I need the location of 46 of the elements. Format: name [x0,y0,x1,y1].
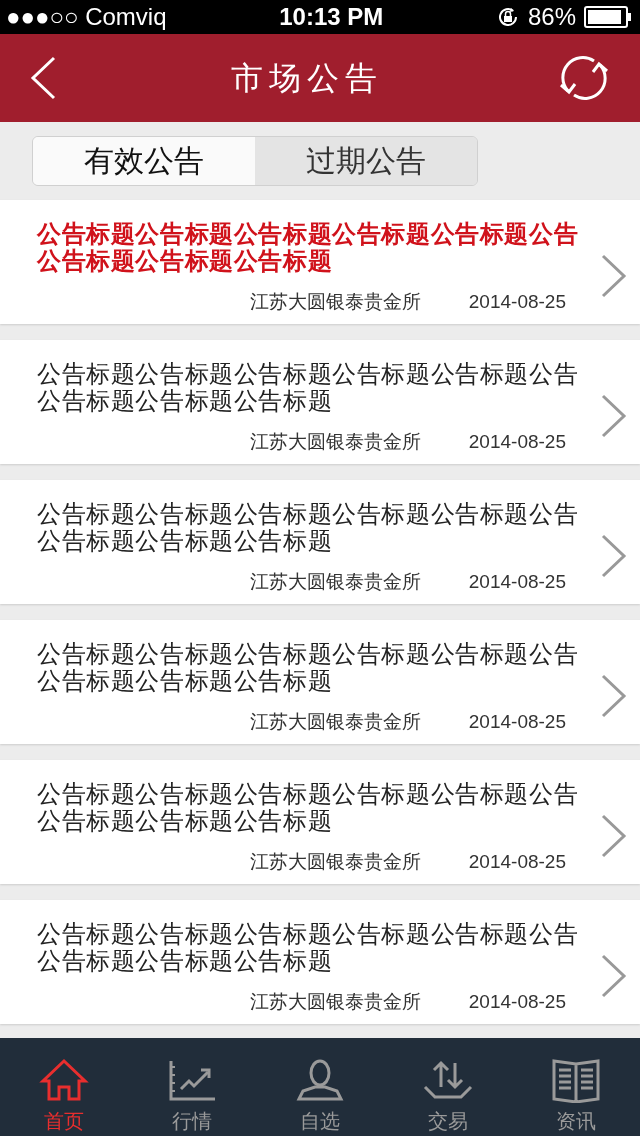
notice-source: 江苏大圆银泰贵金所 [249,850,421,874]
chevron-right-icon [601,254,627,298]
notice-item[interactable]: 公告标题公告标题公告标题公告标题公告标题公告公告标题公告标题公告标题 江苏大圆银泰贵金所 2014-08-25 [0,620,640,744]
notice-source: 江苏大圆银泰贵金所 [249,710,421,734]
notice-title: 公告标题公告标题公告标题公告标题公告标题公告公告标题公告标题公告标题 [37,220,580,274]
notice-source: 江苏大圆银泰贵金所 [249,570,421,594]
tab[interactable]: 过期公告 [255,137,477,185]
chevron-right-icon [601,954,627,998]
page-title: 市场公告 [231,59,383,98]
notice-date: 2014-08-25 [468,990,566,1014]
notice-title: 公告标题公告标题公告标题公告标题公告标题公告公告标题公告标题公告标题 [37,640,580,694]
notice-title: 公告标题公告标题公告标题公告标题公告标题公告公告标题公告标题公告标题 [37,360,580,414]
book-icon [551,1057,601,1103]
notice-date: 2014-08-25 [468,570,566,594]
notice-item[interactable]: 公告标题公告标题公告标题公告标题公告标题公告公告标题公告标题公告标题 江苏大圆银泰贵金所 2014-08-25 [0,480,640,604]
notice-item[interactable]: 公告标题公告标题公告标题公告标题公告标题公告公告标题公告标题公告标题 江苏大圆银泰贵金所 2014-08-25 [0,900,640,1024]
chevron-right-icon [601,674,627,718]
refresh-icon[interactable] [558,53,610,103]
clock-text: 10:13 PM [279,2,384,32]
person-icon [295,1057,345,1103]
notice-source: 江苏大圆银泰贵金所 [249,990,421,1014]
battery-percent: 86% [527,2,576,32]
battery-icon [584,6,632,28]
nav-tab[interactable]: 资讯 [512,1038,640,1136]
chevron-right-icon [601,534,627,578]
home-icon [39,1057,89,1103]
chevron-right-icon [601,394,627,438]
nav-tab[interactable]: 行情 [128,1038,256,1136]
notice-title: 公告标题公告标题公告标题公告标题公告标题公告公告标题公告标题公告标题 [37,780,580,834]
tab[interactable]: 有效公告 [33,137,255,185]
back-icon[interactable] [30,56,56,100]
carrier-text: ●●●○○ Comviq [6,2,167,32]
notice-date: 2014-08-25 [468,710,566,734]
notice-date: 2014-08-25 [468,430,566,454]
notice-title: 公告标题公告标题公告标题公告标题公告标题公告公告标题公告标题公告标题 [37,500,580,554]
nav-tab[interactable]: 自选 [256,1038,384,1136]
notice-item[interactable]: 公告标题公告标题公告标题公告标题公告标题公告公告标题公告标题公告标题 江苏大圆银泰贵金所 2014-08-25 [0,200,640,324]
notice-item[interactable]: 公告标题公告标题公告标题公告标题公告标题公告公告标题公告标题公告标题 江苏大圆银泰贵金所 2014-08-25 [0,760,640,884]
chevron-right-icon [601,814,627,858]
notice-date: 2014-08-25 [468,290,566,314]
notice-item[interactable]: 公告标题公告标题公告标题公告标题公告标题公告公告标题公告标题公告标题 江苏大圆银泰贵金所 2014-08-25 [0,340,640,464]
notice-date: 2014-08-25 [468,850,566,874]
notice-title: 公告标题公告标题公告标题公告标题公告标题公告公告标题公告标题公告标题 [37,920,580,974]
nav-tab[interactable]: 交易 [384,1038,512,1136]
notice-source: 江苏大圆银泰贵金所 [249,290,421,314]
notice-source: 江苏大圆银泰贵金所 [249,430,421,454]
